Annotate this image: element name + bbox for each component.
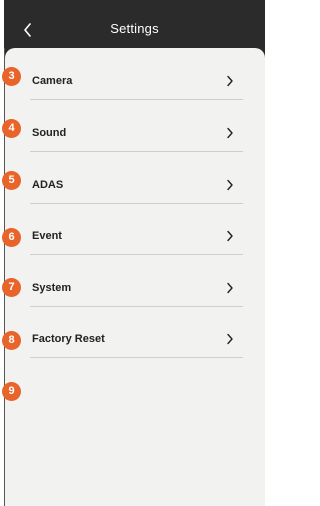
menu-item-adas[interactable]: ADAS xyxy=(5,160,265,212)
menu-item-camera[interactable]: Camera xyxy=(5,56,265,108)
menu-item-factory-reset[interactable]: Factory Reset xyxy=(5,314,265,366)
menu-item-label: ADAS xyxy=(32,179,64,191)
chevron-right-icon xyxy=(227,333,233,345)
chevron-right-icon xyxy=(227,179,233,191)
step-badge: 3 xyxy=(2,67,21,86)
chevron-right-icon xyxy=(227,127,233,139)
step-badge: 4 xyxy=(2,119,21,138)
step-badge: 7 xyxy=(2,278,21,297)
divider xyxy=(30,357,243,358)
screen-edge xyxy=(4,48,5,506)
divider xyxy=(30,254,243,255)
divider xyxy=(30,306,243,307)
menu-item-label: System xyxy=(32,282,72,294)
menu-item-event[interactable]: Event xyxy=(5,211,265,263)
menu-item-sound[interactable]: Sound xyxy=(5,108,265,160)
step-badge: 5 xyxy=(2,171,21,190)
chevron-right-icon xyxy=(227,282,233,294)
menu-item-system[interactable]: System xyxy=(5,263,265,315)
step-badge: 6 xyxy=(2,228,21,247)
page-title: Settings xyxy=(110,21,159,36)
chevron-right-icon xyxy=(227,75,233,87)
step-badge: 9 xyxy=(2,382,21,401)
menu-item-label: Event xyxy=(32,230,62,242)
chevron-right-icon xyxy=(227,230,233,242)
settings-panel: Camera Sound ADAS Event System Factory R… xyxy=(5,48,265,506)
menu-item-label: Sound xyxy=(32,127,67,139)
menu-item-label: Factory Reset xyxy=(32,333,105,345)
step-badge: 8 xyxy=(2,331,21,350)
settings-screen: Settings Camera Sound ADAS Event System … xyxy=(0,0,265,506)
divider xyxy=(30,151,243,152)
divider xyxy=(30,203,243,204)
menu-item-label: Camera xyxy=(32,75,73,87)
divider xyxy=(30,99,243,100)
